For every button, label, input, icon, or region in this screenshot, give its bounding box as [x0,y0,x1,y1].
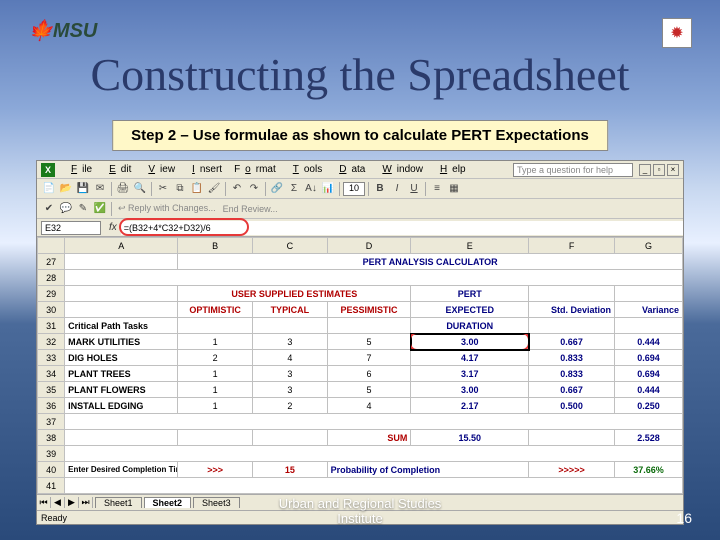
restore-button[interactable]: ▫ [653,164,665,176]
spell-icon[interactable]: ✔ [41,201,57,217]
redo-icon[interactable]: ↷ [246,181,262,197]
undo-icon[interactable]: ↶ [229,181,245,197]
fill-color-icon[interactable]: ▦ [446,181,462,197]
menu-view[interactable]: View [138,162,180,177]
tab-first-icon[interactable]: ⏮ [37,497,51,508]
slide-title: Constructing the Spreadsheet [0,48,720,101]
tab-next-icon[interactable]: ▶ [65,497,79,508]
reply-changes-button[interactable]: ↩ Reply with Changes... [115,203,219,214]
col-d[interactable]: D [327,238,411,254]
help-search-input[interactable]: Type a question for help [513,163,633,177]
preview-icon[interactable]: 🔍 [132,181,148,197]
menu-help[interactable]: Help [430,162,471,177]
fx-icon[interactable]: fx [105,222,121,233]
col-g[interactable]: G [615,238,683,254]
new-icon[interactable]: 📄 [41,181,57,197]
formula-input[interactable]: =(B32+4*C32+D32)/6 [121,221,683,235]
excel-window: X File Edit View Insert Format Tools Dat… [36,160,684,525]
table-row: 33DIG HOLES2474.170.8330.694 [38,350,683,366]
sum-expected[interactable]: 15.50 [411,430,529,446]
menu-tools[interactable]: Tools [283,162,327,177]
minimize-button[interactable]: _ [639,164,651,176]
spreadsheet-grid[interactable]: A B C D E F G 27PERT ANALYSIS CALCULATOR… [37,237,683,494]
prob-value[interactable]: 37.66% [615,462,683,478]
sum-variance[interactable]: 2.528 [615,430,683,446]
page-number: 16 [676,510,692,526]
standard-toolbar: 📄 📂 💾 ✉ 🖨 🔍 ✂ ⧉ 📋 🖌 ↶ ↷ 🔗 Σ A↓ 📊 10 B I [37,179,683,199]
table-row: 36INSTALL EDGING1242.170.5000.250 [38,398,683,414]
tab-prev-icon[interactable]: ◀ [51,497,65,508]
table-row: 34PLANT TREES1363.170.8330.694 [38,366,683,382]
mail-icon[interactable]: ✉ [92,181,108,197]
prob-label: Probability of Completion [327,462,528,478]
tab-sheet3[interactable]: Sheet3 [193,497,240,508]
calc-title: PERT ANALYSIS CALCULATOR [178,254,683,270]
formula-bar: E32 fx =(B32+4*C32+D32)/6 [37,219,683,237]
excel-icon: X [41,163,55,177]
cut-icon[interactable]: ✂ [155,181,171,197]
table-row: 35PLANT FLOWERS1353.000.6670.444 [38,382,683,398]
completion-label: Enter Desired Completion Time [65,462,178,478]
name-box[interactable]: E32 [41,221,101,235]
sort-asc-icon[interactable]: A↓ [303,181,319,197]
chart-icon[interactable]: 📊 [320,181,336,197]
menu-file[interactable]: File [61,162,97,177]
copy-icon[interactable]: ⧉ [172,181,188,197]
reviewing-toolbar: ✔ 💬 ✎ ✅ ↩ Reply with Changes... End Revi… [37,199,683,219]
accept-icon[interactable]: ✅ [92,201,108,217]
menu-insert[interactable]: Insert [182,162,227,177]
col-f[interactable]: F [529,238,615,254]
save-icon[interactable]: 💾 [75,181,91,197]
font-size-selector[interactable]: 10 [343,182,365,196]
user-estimates-header: USER SUPPLIED ESTIMATES [178,286,411,302]
msu-logo: 🍁MSU [28,18,97,43]
menu-data[interactable]: Data [329,162,370,177]
end-review-button[interactable]: End Review... [220,204,281,214]
col-b[interactable]: B [178,238,253,254]
sum-icon[interactable]: Σ [286,181,302,197]
tab-sheet2[interactable]: Sheet2 [144,497,192,508]
sum-label: SUM [327,430,411,446]
column-headers: A B C D E F G [38,238,683,254]
col-c[interactable]: C [252,238,327,254]
menu-window[interactable]: Window [372,162,428,177]
track-icon[interactable]: ✎ [75,201,91,217]
paste-icon[interactable]: 📋 [189,181,205,197]
italic-button[interactable]: I [389,181,405,197]
critical-path-header: Critical Path Tasks [65,318,178,334]
tab-last-icon[interactable]: ⏭ [79,497,93,508]
formula-text: =(B32+4*C32+D32)/6 [124,223,211,233]
open-icon[interactable]: 📂 [58,181,74,197]
selected-cell[interactable]: 3.00 [411,334,529,350]
underline-button[interactable]: U [406,181,422,197]
completion-input[interactable]: 15 [252,462,327,478]
col-e[interactable]: E [411,238,529,254]
table-row: 32MARK UTILITIES1353.000.6670.444 [38,334,683,350]
menu-edit[interactable]: Edit [99,162,136,177]
tab-sheet1[interactable]: Sheet1 [95,497,142,508]
menu-format[interactable]: Format [229,162,281,177]
align-left-icon[interactable]: ≡ [429,181,445,197]
link-icon[interactable]: 🔗 [269,181,285,197]
close-button[interactable]: × [667,164,679,176]
menu-bar: X File Edit View Insert Format Tools Dat… [37,161,683,179]
slide-footer: Urban and Regional StudiesInstitute [279,496,442,526]
corner-logo: ✹ [662,18,692,48]
print-icon[interactable]: 🖨 [115,181,131,197]
format-painter-icon[interactable]: 🖌 [206,181,222,197]
col-a[interactable]: A [65,238,178,254]
bold-button[interactable]: B [372,181,388,197]
comment-icon[interactable]: 💬 [58,201,74,217]
slide-subtitle: Step 2 – Use formulae as shown to calcul… [112,120,608,151]
